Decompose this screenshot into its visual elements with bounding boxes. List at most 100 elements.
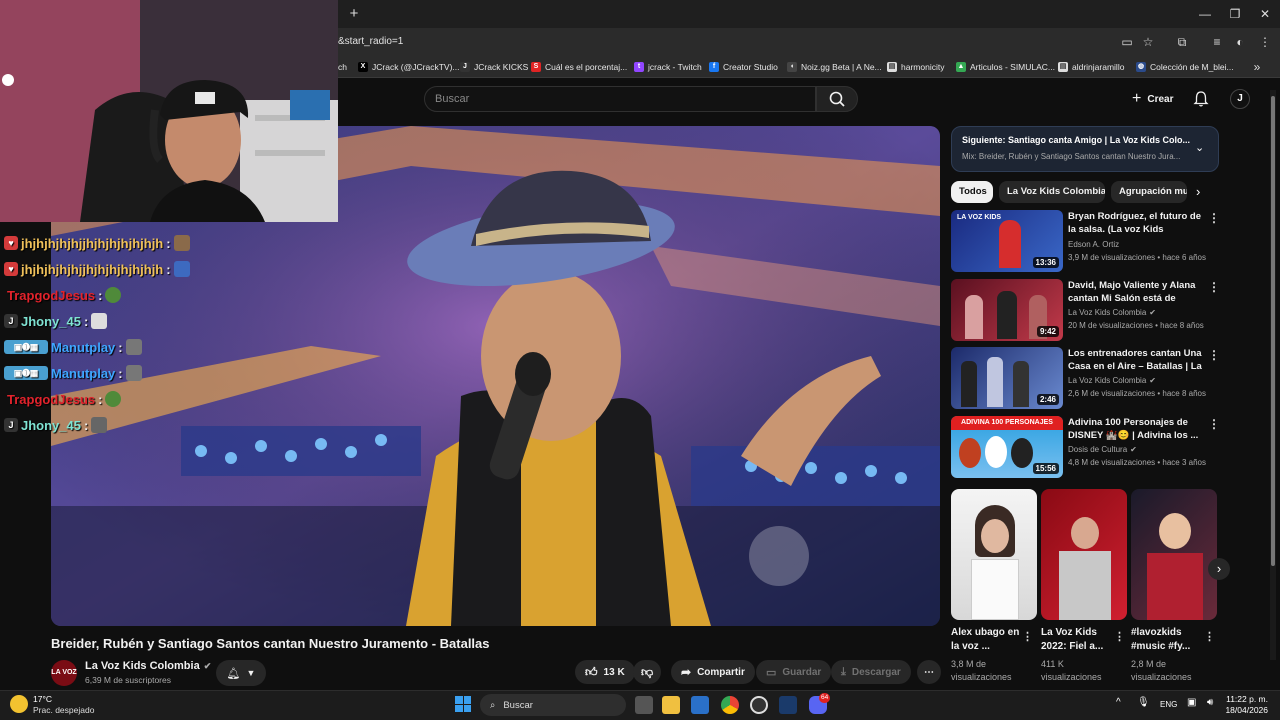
file-explorer-icon[interactable] (662, 696, 680, 714)
s-icon: S (531, 62, 541, 72)
new-tab-icon[interactable]: + (346, 6, 362, 22)
short-title[interactable]: Alex ubago en la voz ... (951, 626, 1025, 654)
more-icon[interactable]: ⋮ (1208, 348, 1220, 362)
channel-name[interactable]: La Voz Kids Colombia ✔ (85, 660, 211, 672)
bookmark-item[interactable]: S Cuál es el porcentaj... (531, 59, 627, 75)
bookmark-item[interactable]: ◍ Colección de M_blei... (1136, 59, 1234, 75)
recommendation-channel[interactable]: Dosis de Cultura ✔ (1068, 445, 1137, 454)
microphone-icon[interactable]: 🎙︎ (1137, 697, 1150, 708)
minimize-icon[interactable]: — (1196, 6, 1214, 22)
notifications-button[interactable] (1192, 90, 1210, 108)
streamer-camera (0, 0, 338, 222)
bookmark-item[interactable]: ch (338, 59, 347, 75)
taskbar-date[interactable]: 18/04/2026 (1224, 705, 1268, 715)
cast-icon[interactable]: ▭ (1120, 35, 1134, 49)
download-button[interactable]: ⤓ Descargar (831, 660, 911, 684)
download-icon: ⤓ (841, 665, 846, 678)
media-control-icon[interactable]: ≡ (1210, 35, 1224, 49)
bookmark-item[interactable]: f Creator Studio (709, 59, 778, 75)
volume-icon[interactable]: 🔊︎ (1207, 697, 1213, 708)
network-icon[interactable]: ▣ (1187, 697, 1196, 708)
address-input[interactable]: &start_radio=1 (338, 36, 403, 47)
weather-temperature[interactable]: 17°C (33, 694, 52, 704)
chat-message: ▣➊▦ Manutplay: (4, 363, 142, 383)
recommendation-channel[interactable]: Edson A. Ortiz (1068, 240, 1119, 249)
short-thumbnail[interactable] (1131, 489, 1217, 620)
search-button[interactable] (816, 86, 858, 112)
obs-icon[interactable] (750, 696, 768, 714)
like-button[interactable]: 👍︎ 13 K (575, 660, 635, 684)
close-icon[interactable]: ✕ (1256, 6, 1274, 22)
chip-all[interactable]: Todos (951, 181, 993, 203)
up-next-panel[interactable] (951, 126, 1219, 172)
chip-channel[interactable]: La Voz Kids Colombia (999, 181, 1105, 203)
profile-icon[interactable]: ◐ (1233, 35, 1247, 49)
browser-menu-icon[interactable]: ⋮ (1258, 35, 1272, 49)
restore-icon[interactable]: ❐ (1226, 6, 1244, 22)
bookmark-item[interactable]: ▲ Articulos - SIMULAC... (956, 59, 1055, 75)
short-thumbnail[interactable] (951, 489, 1037, 620)
more-icon[interactable]: ⋮ (1114, 630, 1125, 643)
chrome-icon[interactable] (721, 696, 739, 714)
more-icon[interactable]: ⋮ (1208, 211, 1220, 225)
up-next-title: Siguiente: Santiago canta Amigo | La Voz… (962, 135, 1191, 145)
channel-name-text: La Voz Kids Colombia (85, 660, 200, 672)
bookmark-item[interactable]: ◖ Noiz.gg Beta | A Ne... (787, 59, 882, 75)
taskbar-clock[interactable]: 11:22 p. m. (1224, 694, 1268, 704)
recommendation-thumbnail[interactable]: 9:42 (951, 279, 1063, 341)
tray-overflow-icon[interactable]: ^ (1116, 697, 1121, 708)
bookmark-item[interactable]: X JCrack (@JCrackTV)... (358, 59, 460, 75)
scrollbar-thumb[interactable] (1271, 96, 1275, 566)
weather-description[interactable]: Prac. despejado (33, 705, 94, 715)
chat-username: Jhony_45 (21, 417, 81, 433)
weather-icon[interactable] (10, 695, 28, 713)
more-icon[interactable]: ⋮ (1208, 280, 1220, 294)
more-actions-button[interactable]: ⋯ (917, 660, 941, 684)
steam-icon[interactable] (779, 696, 797, 714)
input-language[interactable]: ENG (1160, 700, 1177, 709)
channel-avatar[interactable]: LA VOZ (51, 660, 77, 686)
account-avatar[interactable]: J (1230, 89, 1250, 109)
chevron-down-icon[interactable]: ⌄ (1195, 141, 1204, 154)
more-icon[interactable]: ⋮ (1022, 630, 1033, 643)
search-input[interactable]: Buscar (424, 86, 816, 112)
recommendation-thumbnail[interactable]: ADIVINA 100 PERSONAJES 15:56 (951, 416, 1063, 478)
bookmark-item[interactable]: ▤ aldrinjaramillo (1058, 59, 1124, 75)
jcrack-badge-icon: J (4, 314, 18, 328)
more-icon[interactable]: ⋮ (1204, 630, 1215, 643)
bookmarks-overflow-icon[interactable]: » (1250, 60, 1264, 74)
recommendation-channel[interactable]: La Voz Kids Colombia ✔ (1068, 308, 1156, 317)
create-button[interactable]: + Crear (1124, 88, 1181, 110)
recommendation-thumbnail[interactable]: LA VOZ KIDS 13:36 (951, 210, 1063, 272)
extensions-icon[interactable]: ⧉ (1175, 35, 1189, 49)
taskbar-search[interactable]: ⌕ Buscar (480, 694, 626, 716)
recommendation-thumbnail[interactable]: 2:46 (951, 347, 1063, 409)
share-button[interactable]: ➦ Compartir (671, 660, 755, 684)
bookmark-item[interactable]: ▤ harmonicity (887, 59, 944, 75)
short-title[interactable]: #lavozkids #music #fy... (1131, 626, 1205, 654)
bookmark-star-icon[interactable]: ☆ (1141, 35, 1155, 49)
thumbs-down-icon: 👎︎ (641, 664, 654, 679)
outlook-icon[interactable] (691, 696, 709, 714)
recommendation-title[interactable]: Adivina 100 Personajes de DISNEY 🏰😊 | Ad… (1068, 416, 1204, 442)
more-icon[interactable]: ⋮ (1208, 417, 1220, 431)
recommendation-title[interactable]: Bryan Rodríguez, el futuro de la salsa. … (1068, 210, 1204, 236)
subscription-bell-button[interactable]: 🔔︎ ▼ (216, 660, 266, 686)
chevron-right-icon[interactable]: › (1208, 558, 1230, 580)
bookmark-item[interactable]: J JCrack KICKS (460, 59, 528, 75)
windows-start-icon[interactable] (455, 696, 471, 712)
task-view-icon[interactable] (635, 696, 653, 714)
recommendation-title[interactable]: Los entrenadores cantan Una Casa en el A… (1068, 347, 1204, 373)
bookmark-item[interactable]: t jcrack - Twitch (634, 59, 702, 75)
short-title[interactable]: La Voz Kids 2022: Fiel a... (1041, 626, 1115, 654)
page-icon: ▤ (887, 62, 897, 72)
short-thumbnail[interactable] (1041, 489, 1127, 620)
chevron-right-icon[interactable]: › (1196, 184, 1200, 199)
chip-group[interactable]: Agrupación mu (1111, 181, 1187, 203)
chat-colon: : (166, 235, 171, 251)
recommendation-channel[interactable]: La Voz Kids Colombia ✔ (1068, 376, 1156, 385)
recommendation-title[interactable]: David, Majo Valiente y Alana cantan Mi S… (1068, 279, 1204, 305)
dislike-button[interactable]: 👎︎ (633, 660, 662, 684)
save-button[interactable]: ▭ Guardar (756, 660, 832, 684)
taskbar-search-label: Buscar (503, 699, 533, 711)
